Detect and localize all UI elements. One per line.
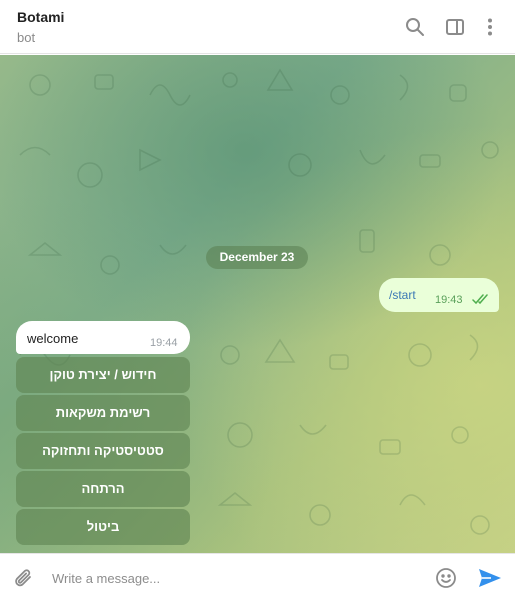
message-time: 19:43 xyxy=(435,294,463,306)
outgoing-message[interactable]: /start 19:43 xyxy=(379,278,499,312)
emoji-icon[interactable] xyxy=(434,566,458,590)
keyboard-button-statistics[interactable]: סטטיסטיקה ותחזוקה xyxy=(16,433,190,469)
keyboard-button-token[interactable]: חידוש / יצירת טוקן xyxy=(16,357,190,393)
chat-status: bot xyxy=(17,30,36,45)
chat-title[interactable]: Botami xyxy=(17,9,64,25)
paperclip-icon[interactable] xyxy=(12,566,36,590)
chat-area[interactable]: December 23 /start 19:43 welcome 19:44 ח… xyxy=(0,55,515,553)
message-composer xyxy=(0,553,515,601)
keyboard-button-drinks-list[interactable]: רשימת משקאות xyxy=(16,395,190,431)
keyboard-button-boil[interactable]: הרתחה xyxy=(16,471,190,507)
incoming-message[interactable]: welcome 19:44 xyxy=(16,321,190,354)
search-icon[interactable] xyxy=(404,16,426,38)
send-icon[interactable] xyxy=(477,566,503,590)
message-time: 19:44 xyxy=(150,337,178,349)
double-check-icon xyxy=(472,294,488,305)
message-text[interactable]: /start xyxy=(389,288,416,302)
keyboard-button-cancel[interactable]: ביטול xyxy=(16,509,190,545)
sidebar-toggle-icon[interactable] xyxy=(444,16,466,38)
chat-header: Botami bot xyxy=(0,0,515,54)
date-separator: December 23 xyxy=(206,246,308,269)
message-input[interactable] xyxy=(52,566,422,590)
more-vertical-icon[interactable] xyxy=(479,16,501,38)
message-text: welcome xyxy=(27,331,79,346)
